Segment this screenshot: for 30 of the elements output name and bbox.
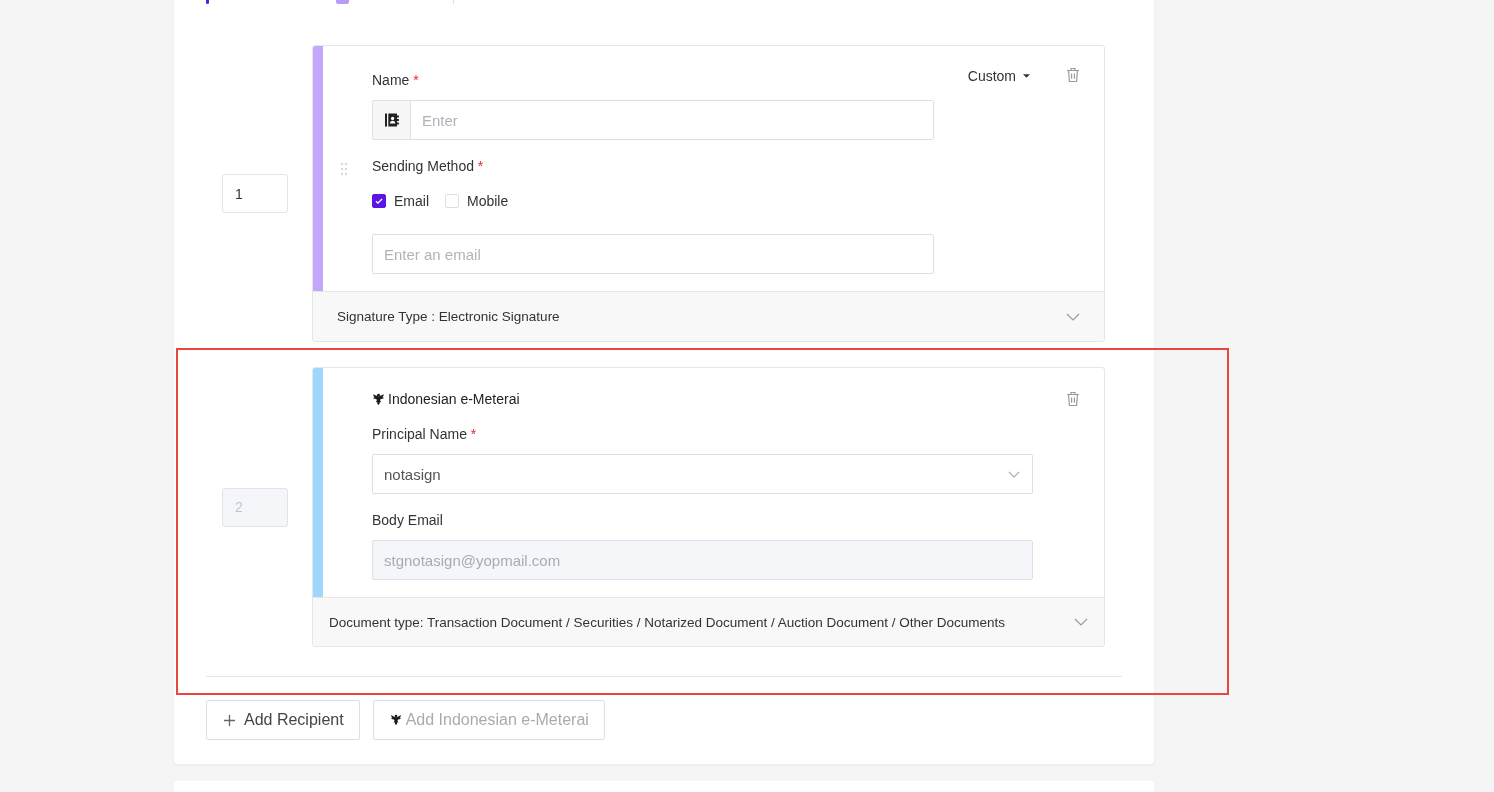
collapse-title: Signature Type : Electronic Signature bbox=[337, 309, 560, 324]
email-field[interactable]: Enter an email bbox=[372, 234, 934, 274]
trash-icon[interactable] bbox=[1066, 391, 1080, 407]
checkbox-label[interactable]: Email bbox=[394, 193, 429, 209]
field-label: Principal Name * bbox=[372, 425, 478, 443]
field-label: Name * bbox=[372, 71, 420, 89]
chevron-down-icon bbox=[1074, 618, 1088, 626]
collapse-header[interactable]: Document type: Transaction Document / Securities / Notarized Document / Auction Document / Other Documents bbox=[313, 597, 1104, 646]
plus-icon bbox=[223, 713, 236, 727]
contacts-button[interactable] bbox=[372, 100, 411, 140]
add-recipient-button[interactable]: Add Recipient bbox=[206, 700, 360, 740]
contact-book-icon bbox=[383, 112, 400, 128]
eagle-emblem-icon bbox=[389, 714, 402, 726]
caret-icon bbox=[1023, 74, 1030, 78]
role-dropdown[interactable]: Custom bbox=[967, 67, 1030, 85]
eagle-emblem-icon bbox=[372, 392, 385, 406]
checkbox[interactable] bbox=[372, 194, 386, 208]
checkbox-label[interactable]: Mobile bbox=[467, 193, 509, 209]
name-field[interactable]: Enter bbox=[411, 100, 934, 140]
section-heading: Indonesian e-Meterai bbox=[388, 390, 520, 408]
field-label: Body Email bbox=[372, 511, 444, 529]
chevron-down-icon bbox=[1066, 312, 1080, 321]
collapse-header[interactable]: Signature Type : Electronic Signature bbox=[313, 291, 1104, 341]
trash-icon[interactable] bbox=[1066, 67, 1080, 83]
chevron-down-icon bbox=[1008, 470, 1020, 478]
field-label: Sending Method * bbox=[372, 157, 485, 175]
collapse-title: Document type: Transaction Document / Securities / Notarized Document / Auction Document / Other Documents bbox=[329, 614, 1006, 630]
order-field[interactable]: 1 bbox=[222, 174, 288, 213]
principal-select[interactable]: notasign bbox=[372, 454, 1033, 494]
drag-handle-icon[interactable] bbox=[341, 162, 347, 175]
